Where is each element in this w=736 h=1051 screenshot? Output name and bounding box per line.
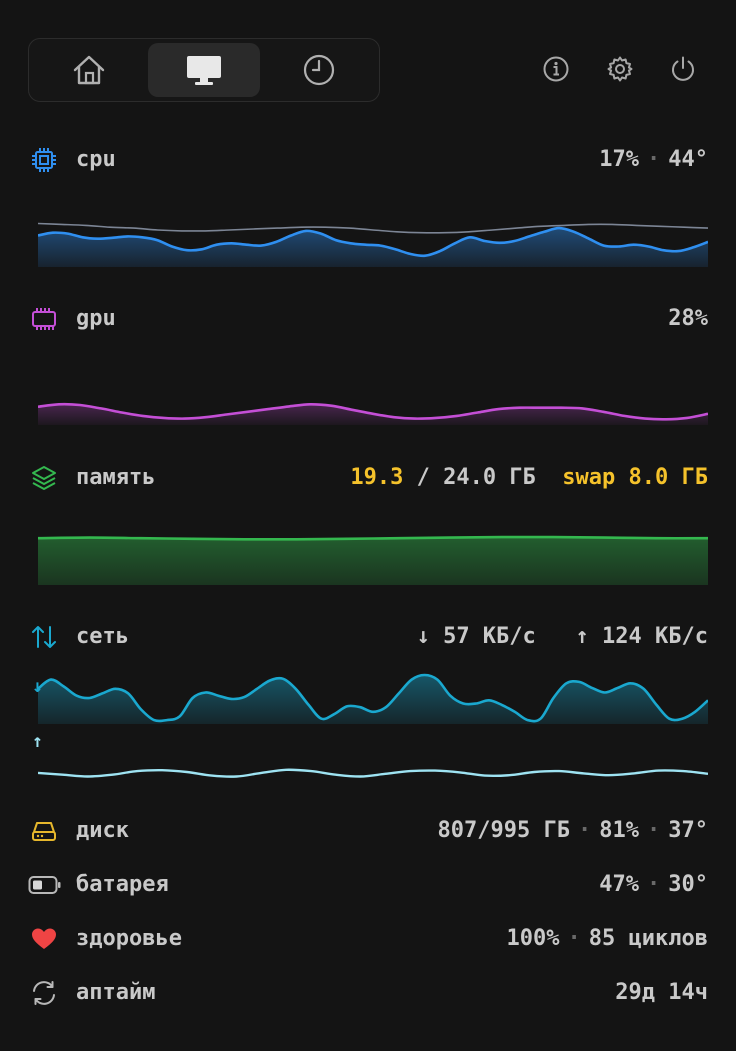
battery-pct: 47% [599,872,639,897]
cpu-temp-line [38,222,708,234]
battery-temp: 30° [668,872,708,897]
battery-icon [28,871,62,899]
upload-arrow-icon: ↑ [32,731,43,752]
net-up-chart-line [38,768,708,778]
memory-used: 19.3 [350,465,404,490]
gear-icon [607,56,633,82]
network-up: ↑ 124 КБ/с [575,624,708,649]
network-down: ↓ 57 КБ/с [416,624,536,649]
power-button[interactable] [668,52,698,86]
memory-swap: swap 8.0 ГБ [562,465,708,490]
cpu-label: cpu [76,147,116,172]
health-cycles: 85 циклов [588,926,708,951]
power-icon [672,56,694,81]
memory-stats: 19.3 / 24.0 ГБ swap 8.0 ГБ [350,464,708,492]
disk-icon [30,817,58,845]
disk-pct: 81% [599,818,639,843]
cpu-stats: 17% · 44° [599,147,708,172]
gpu-icon [30,305,58,333]
health-pct: 100% [506,926,560,951]
uptime-value: 29д 14ч [615,980,708,1005]
tab-monitor[interactable] [148,43,260,97]
disk-used: 807/995 ГБ [437,818,570,843]
cpu-temp: 44° [668,147,708,172]
health-stats: 100% · 85 циклов [506,926,708,951]
network-label: сеть [76,624,129,649]
settings-button[interactable] [605,52,635,86]
net-down-chart-area [38,675,708,724]
memory-label: память [76,465,156,490]
cpu-usage: 17% [599,147,639,172]
disk-label: диск [76,818,129,843]
heart-icon [30,925,58,953]
clock-icon [303,54,335,86]
info-button[interactable] [541,52,571,86]
disk-stats: 807/995 ГБ · 81% · 37° [437,818,708,843]
monitor-icon [187,56,221,85]
gpu-chart [38,402,708,425]
info-icon [543,56,569,82]
memory-chart [38,535,708,585]
gpu-label: gpu [76,306,116,331]
layers-icon [30,464,58,492]
health-label: здоровье [76,926,182,951]
tab-home[interactable] [33,43,145,97]
cpu-icon [30,146,58,174]
gpu-usage: 28% [668,306,708,331]
view-switcher [28,38,380,102]
battery-label: батарея [76,872,169,897]
tab-history[interactable] [263,43,375,97]
memory-total: 24.0 ГБ [443,465,536,490]
cpu-chart [38,222,708,267]
network-up-chart [38,768,708,778]
battery-stats: 47% · 30° [599,872,708,897]
home-icon [73,55,105,85]
network-down-chart [38,673,708,724]
mem-chart-area [38,537,708,585]
network-icon [30,623,58,651]
memory-sep: / [403,465,444,490]
network-stats: ↓ 57 КБ/с ↑ 124 КБ/с [417,623,708,651]
refresh-icon [30,979,58,1007]
uptime-label: аптайм [76,980,156,1005]
disk-temp: 37° [668,818,708,843]
